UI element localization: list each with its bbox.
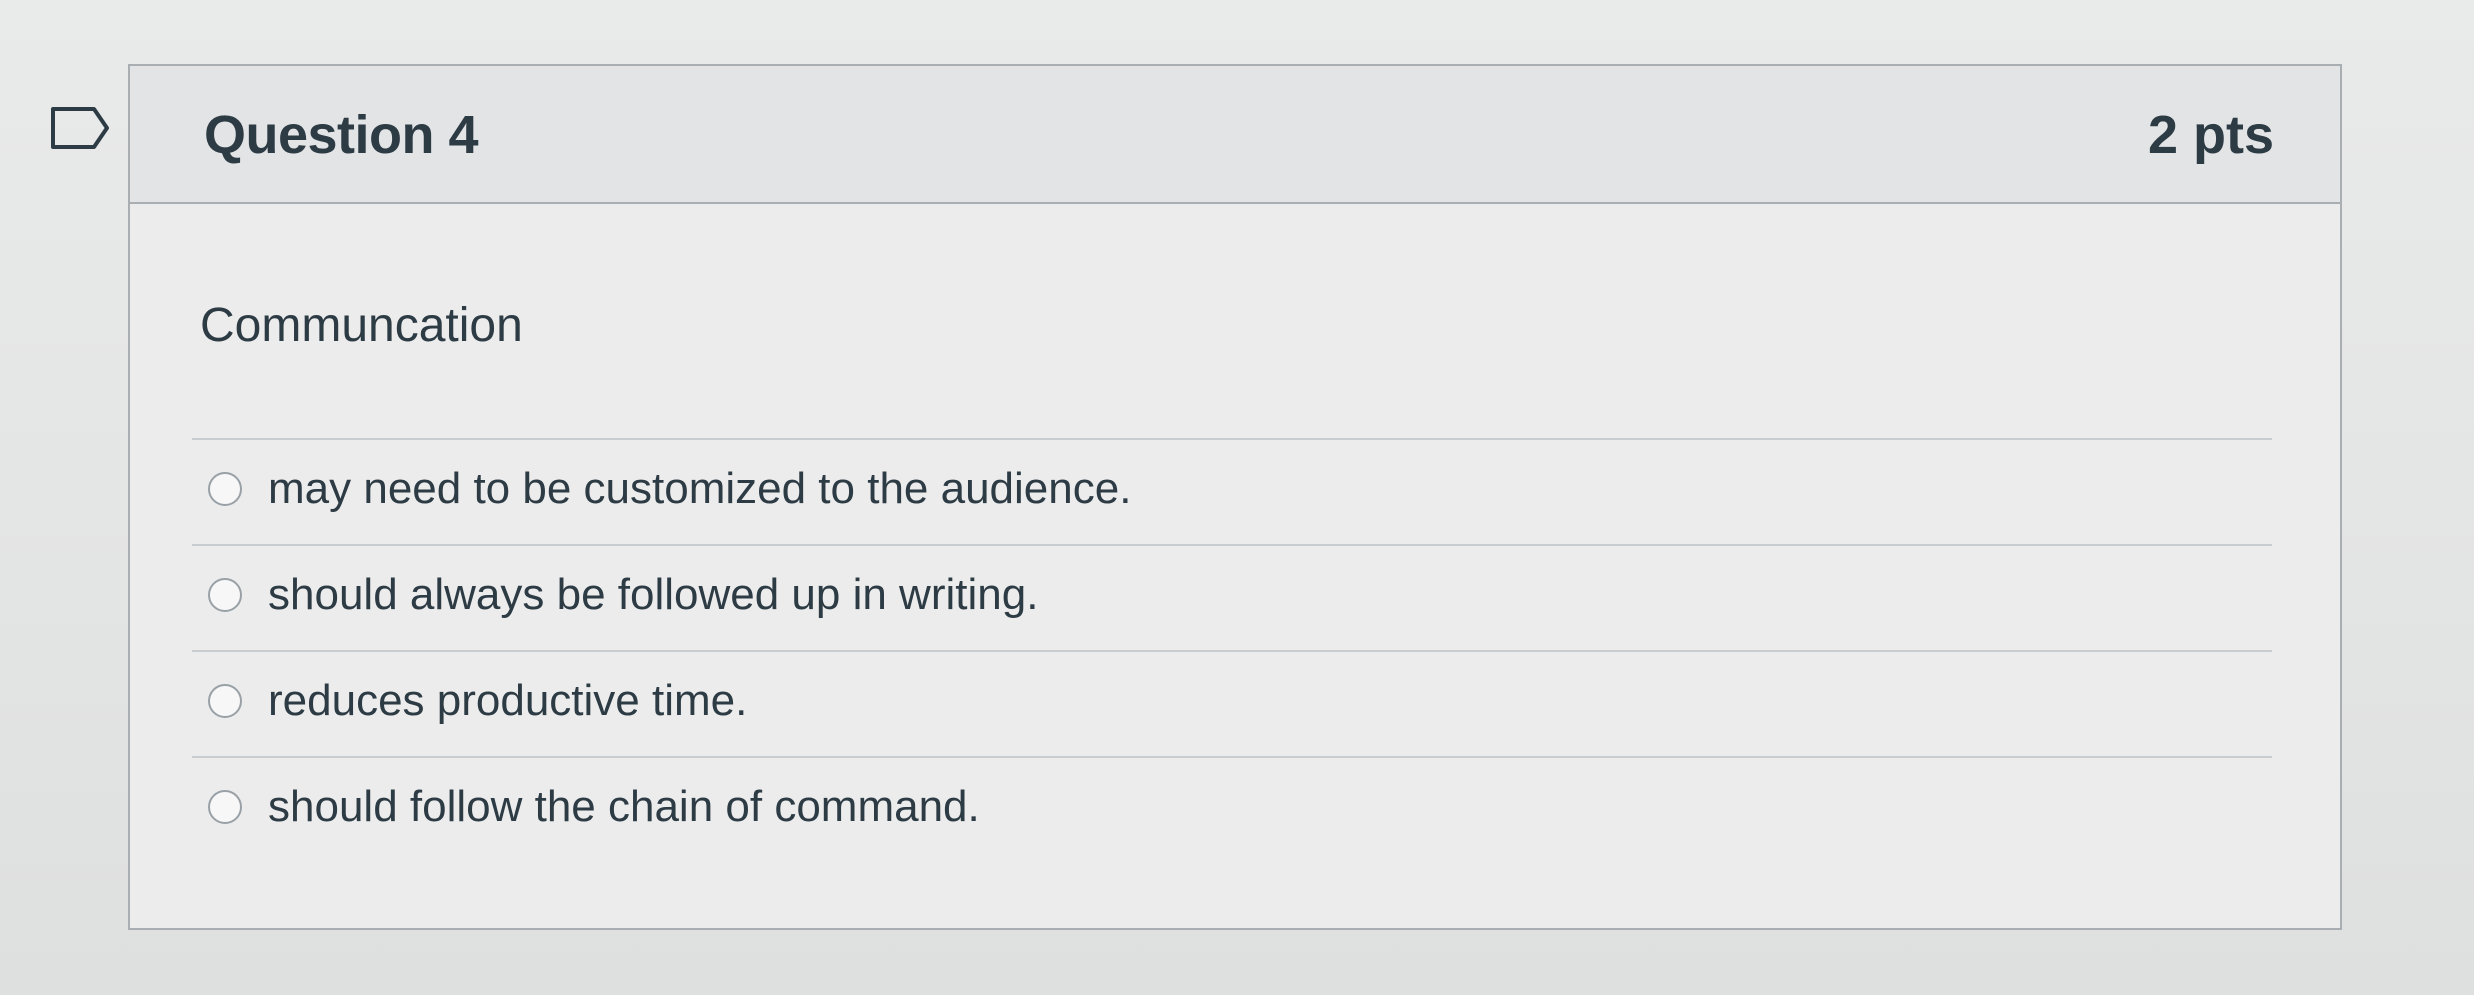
question-prompt: Communcation <box>200 299 523 352</box>
flag-question-icon[interactable] <box>50 106 110 150</box>
answer-option-2[interactable]: should always be followed up in writing. <box>192 544 2272 650</box>
question-card: Question 4 2 pts Communcation may need t… <box>128 64 2342 930</box>
radio-button[interactable] <box>208 790 242 824</box>
radio-button[interactable] <box>208 472 242 506</box>
answer-list: may need to be customized to the audienc… <box>192 438 2272 862</box>
quiz-page: Question 4 2 pts Communcation may need t… <box>0 0 2474 995</box>
question-points: 2 pts <box>2147 105 2274 165</box>
answer-option-3[interactable]: reduces productive time. <box>192 650 2272 756</box>
answer-label[interactable]: reduces productive time. <box>268 676 747 726</box>
answer-label[interactable]: should follow the chain of command. <box>268 782 980 832</box>
answer-label[interactable]: may need to be customized to the audienc… <box>268 464 1131 514</box>
answer-option-1[interactable]: may need to be customized to the audienc… <box>192 438 2272 544</box>
question-header: Question 4 2 pts <box>130 66 2340 204</box>
question-title: Question 4 <box>204 105 479 165</box>
radio-button[interactable] <box>208 578 242 612</box>
answer-label[interactable]: should always be followed up in writing. <box>268 570 1038 620</box>
answer-option-4[interactable]: should follow the chain of command. <box>192 756 2272 862</box>
radio-button[interactable] <box>208 684 242 718</box>
